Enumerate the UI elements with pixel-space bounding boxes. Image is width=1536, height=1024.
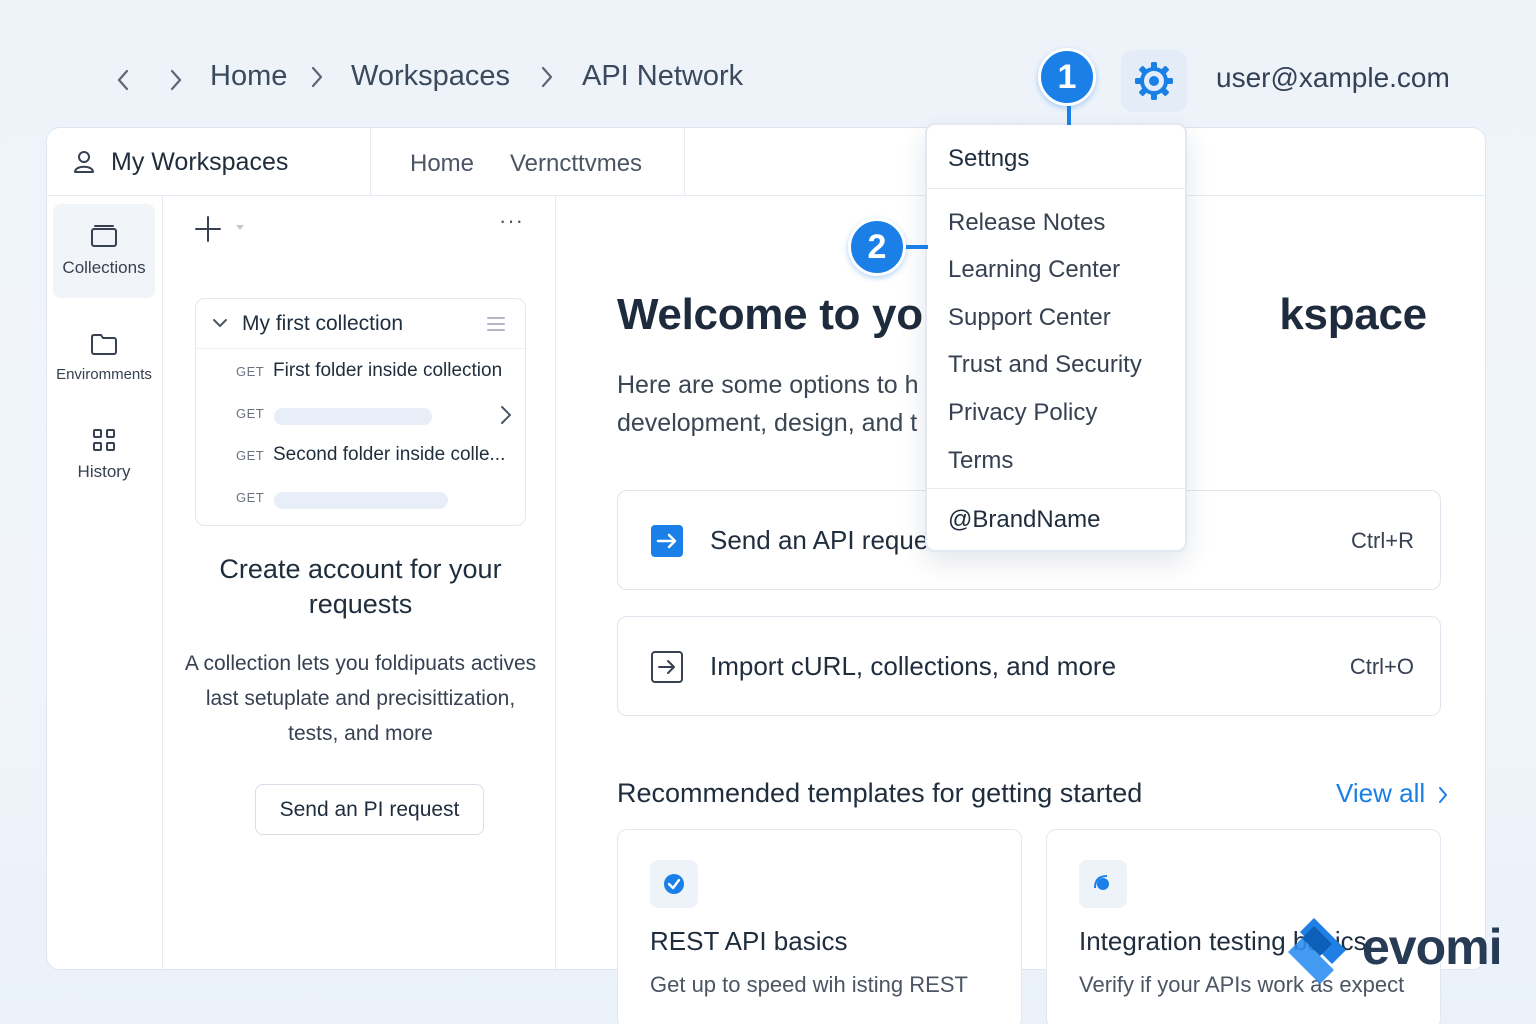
request-row[interactable]: GET (196, 393, 525, 435)
chevron-right-icon (169, 69, 183, 91)
request-placeholder (274, 492, 448, 509)
import-card[interactable]: Import cURL, collections, and more Ctrl+… (617, 616, 1441, 716)
logo-mark-icon (1284, 916, 1364, 986)
breadcrumb-workspaces[interactable]: Workspaces (351, 60, 510, 93)
tab-home[interactable]: Home (410, 150, 474, 178)
request-name: First folder inside collection (273, 360, 503, 381)
breadcrumb-separator-icon (540, 66, 562, 94)
logo-text: evomi (1362, 919, 1503, 975)
action-label: Send an API reque (710, 525, 929, 555)
user-icon (73, 150, 95, 174)
top-bar: Home Workspaces API Network user@xample.… (0, 0, 1536, 125)
sidebar-rail: Collections Enviromments History (47, 196, 163, 969)
header-tabs: Home Verncttvmes (371, 128, 685, 196)
breadcrumb-home[interactable]: Home (210, 60, 287, 93)
request-method: GET (236, 448, 265, 463)
evomi-logo: evomi (1284, 912, 1504, 992)
template-card-rest[interactable]: REST API basics Get up to speed wih isti… (617, 829, 1022, 1024)
view-all-label: View all (1336, 778, 1426, 808)
menu-item-privacy-policy[interactable]: Privacy Policy (948, 399, 1097, 427)
collections-panel: ··· My first collection GET First folder… (163, 196, 556, 969)
recommended-title: Recommended templates for getting starte… (617, 778, 1143, 808)
user-email[interactable]: user@xample.com (1216, 62, 1450, 94)
sidebar-item-collections[interactable]: Collections (53, 204, 155, 298)
shortcut-label: Ctrl+R (1351, 528, 1414, 553)
check-circle-icon (650, 860, 698, 908)
menu-lines-icon[interactable] (486, 315, 506, 333)
view-all-link[interactable]: View all (1336, 778, 1448, 809)
chevron-down-icon[interactable] (212, 317, 228, 329)
history-grid-icon (92, 428, 116, 452)
sidebar-item-label: Collections (62, 258, 146, 277)
menu-item-support-center[interactable]: Support Center (948, 304, 1111, 332)
menu-item-settings[interactable]: Settngs (948, 145, 1029, 173)
integration-icon (1079, 860, 1127, 908)
workspace-title: My Workspaces (111, 147, 289, 176)
request-name: Second folder inside colle... (273, 444, 506, 465)
breadcrumb-separator-icon (310, 66, 332, 94)
promo-title: Create account for your requests (219, 554, 502, 619)
action-label: Import cURL, collections, and more (710, 651, 1117, 681)
chevron-right-icon (1438, 786, 1448, 804)
collection-card: My first collection GET First folder ins… (195, 298, 526, 526)
step-2-badge: 2 (848, 218, 906, 276)
menu-item-release-notes[interactable]: Release Notes (948, 209, 1105, 237)
request-method: GET (236, 490, 265, 505)
request-placeholder (274, 408, 432, 425)
template-desc: Get up to speed wih isting REST (650, 972, 968, 997)
welcome-title-start: Welcome to you (617, 290, 950, 339)
arrow-right-box-icon (650, 524, 684, 558)
more-options-button[interactable]: ··· (499, 208, 524, 234)
menu-item-brandname[interactable]: @BrandName (948, 506, 1100, 534)
sidebar-item-label: History (77, 462, 131, 481)
collection-header[interactable]: My first collection (196, 299, 525, 349)
menu-item-learning-center[interactable]: Learning Center (948, 256, 1120, 284)
chevron-left-icon (116, 69, 130, 91)
welcome-title-end: kspace (1279, 290, 1427, 339)
back-button[interactable] (105, 62, 141, 98)
request-row[interactable]: GET (196, 477, 525, 519)
import-icon (650, 650, 684, 684)
promo-text: A collection lets you foldipuats actives… (184, 652, 537, 745)
collections-icon (90, 224, 118, 248)
menu-divider (927, 488, 1185, 489)
shortcut-label: Ctrl+O (1349, 654, 1414, 679)
plus-icon[interactable] (193, 214, 227, 248)
template-title: REST API basics (650, 926, 848, 956)
step-1-badge: 1 (1038, 48, 1096, 106)
request-method: GET (236, 406, 265, 421)
request-method: GET (236, 364, 265, 379)
menu-item-terms[interactable]: Terms (948, 447, 1013, 475)
forward-button[interactable] (158, 62, 194, 98)
sidebar-item-history[interactable]: History (53, 408, 155, 502)
collection-name: My first collection (242, 312, 404, 335)
request-row[interactable]: GET First folder inside collection (196, 351, 525, 393)
folder-icon (90, 332, 118, 356)
request-row[interactable]: GET Second folder inside colle... (196, 435, 525, 477)
tab-verncttvmes[interactable]: Verncttvmes (510, 150, 642, 178)
settings-dropdown: Settngs Release Notes Learning Center Su… (925, 123, 1187, 552)
caret-down-icon[interactable] (235, 224, 247, 234)
my-workspaces-button[interactable]: My Workspaces (47, 128, 371, 196)
menu-item-trust-security[interactable]: Trust and Security (948, 351, 1142, 379)
menu-divider (927, 188, 1185, 189)
breadcrumb-api-network[interactable]: API Network (582, 60, 743, 93)
gear-icon (1133, 60, 1175, 102)
send-request-button[interactable]: Send an PI request (255, 784, 484, 835)
chevron-right-icon[interactable] (500, 405, 512, 425)
sidebar-item-environments[interactable]: Enviromments (53, 310, 155, 404)
settings-button[interactable] (1121, 50, 1187, 112)
workspace-header: My Workspaces Home Verncttvmes (47, 128, 1485, 196)
sidebar-item-label: Enviromments (56, 365, 152, 383)
